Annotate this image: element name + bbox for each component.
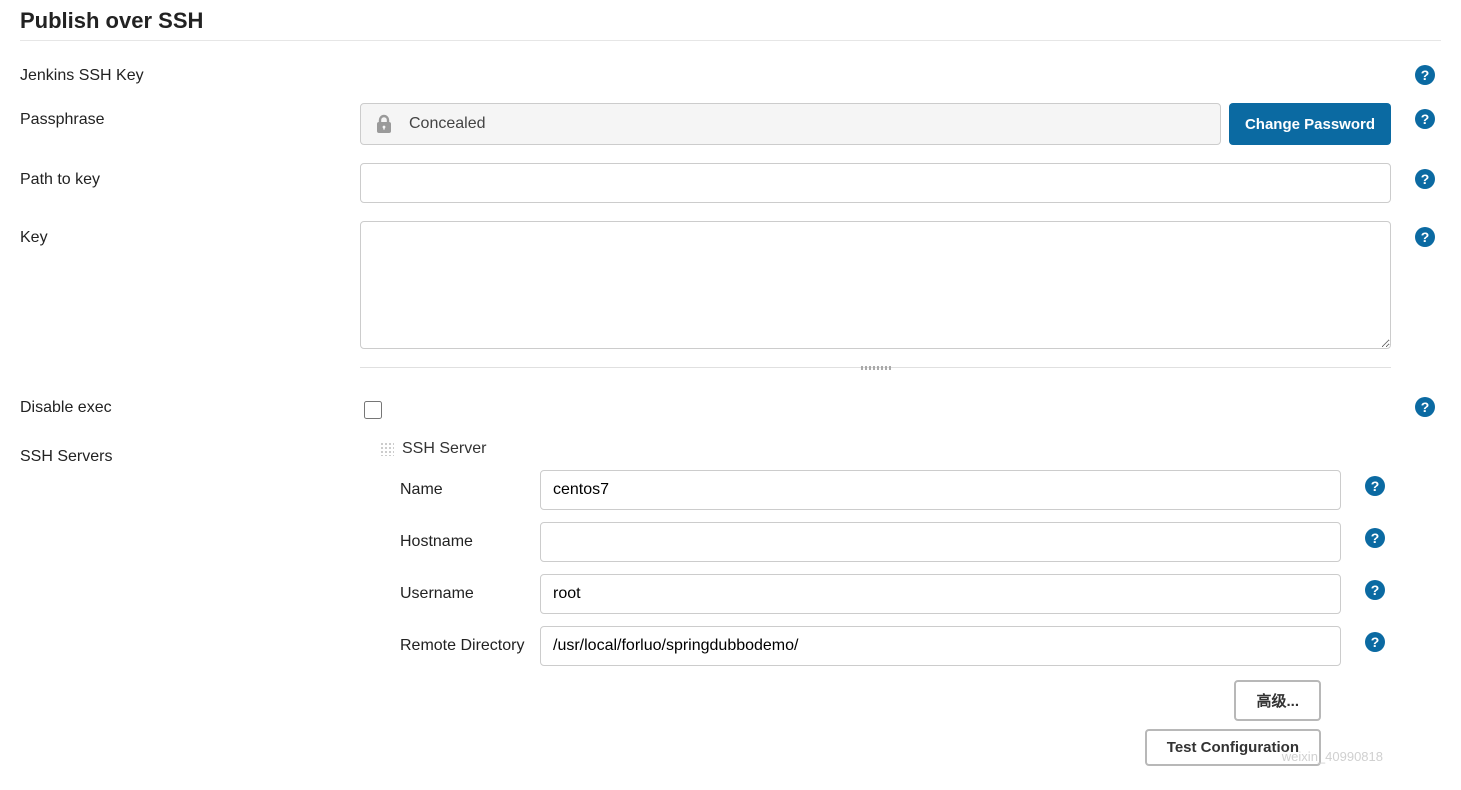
label-server-username: Username	[380, 585, 540, 603]
section-title: Publish over SSH	[20, 8, 1441, 34]
row-key: Key ?	[20, 221, 1441, 349]
help-icon[interactable]: ?	[1415, 397, 1435, 417]
server-row-remote-dir: Remote Directory ?	[380, 626, 1391, 666]
help-icon[interactable]: ?	[1365, 476, 1385, 496]
help-icon[interactable]: ?	[1415, 65, 1435, 85]
label-ssh-servers: SSH Servers	[20, 440, 360, 466]
test-configuration-button[interactable]: Test Configuration	[1145, 729, 1321, 766]
ssh-server-block: SSH Server Name ? Hostname ? Username ?	[380, 440, 1391, 766]
passphrase-concealed-text: Concealed	[409, 115, 486, 133]
help-icon[interactable]: ?	[1415, 109, 1435, 129]
help-icon[interactable]: ?	[1365, 580, 1385, 600]
textarea-grip[interactable]	[360, 367, 1441, 373]
help-icon[interactable]: ?	[1365, 632, 1385, 652]
help-icon[interactable]: ?	[1365, 528, 1385, 548]
label-server-remote-dir: Remote Directory	[380, 637, 540, 655]
lock-icon	[375, 114, 393, 134]
row-passphrase: Passphrase Concealed Change Password ?	[20, 103, 1441, 145]
row-path-to-key: Path to key ?	[20, 163, 1441, 203]
server-row-name: Name ?	[380, 470, 1391, 510]
row-ssh-servers: SSH Servers SSH Server Name ? Hostname ?	[20, 440, 1441, 766]
ssh-server-header: SSH Server	[380, 440, 1391, 458]
disable-exec-checkbox[interactable]	[364, 401, 382, 419]
help-icon[interactable]: ?	[1415, 169, 1435, 189]
label-server-hostname: Hostname	[380, 533, 540, 551]
server-hostname-input[interactable]	[540, 522, 1341, 562]
advanced-button[interactable]: 高级...	[1234, 680, 1321, 721]
section-divider	[20, 40, 1441, 41]
row-disable-exec: Disable exec ?	[20, 391, 1441, 422]
server-row-username: Username ?	[380, 574, 1391, 614]
help-icon[interactable]: ?	[1415, 227, 1435, 247]
change-password-button[interactable]: Change Password	[1229, 103, 1391, 145]
server-username-input[interactable]	[540, 574, 1341, 614]
passphrase-concealed-field: Concealed	[360, 103, 1221, 145]
drag-handle-icon[interactable]	[380, 442, 394, 456]
ssh-server-title: SSH Server	[402, 440, 486, 458]
label-jenkins-ssh-key: Jenkins SSH Key	[20, 59, 360, 85]
path-to-key-input[interactable]	[360, 163, 1391, 203]
row-jenkins-ssh-key: Jenkins SSH Key ?	[20, 59, 1441, 85]
label-key: Key	[20, 221, 360, 247]
server-name-input[interactable]	[540, 470, 1341, 510]
label-path-to-key: Path to key	[20, 163, 360, 189]
label-server-name: Name	[380, 481, 540, 499]
label-disable-exec: Disable exec	[20, 391, 360, 417]
server-remote-dir-input[interactable]	[540, 626, 1341, 666]
server-buttons: 高级... Test Configuration weixin_40990818	[380, 680, 1391, 766]
server-row-hostname: Hostname ?	[380, 522, 1391, 562]
label-passphrase: Passphrase	[20, 103, 360, 129]
key-textarea[interactable]	[360, 221, 1391, 349]
